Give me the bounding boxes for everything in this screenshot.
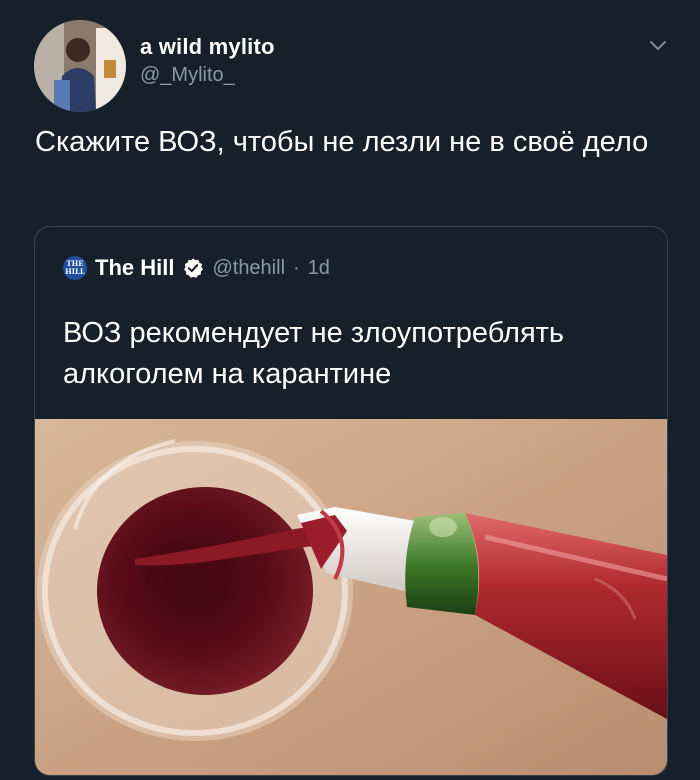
logo-text-hill: HILL (65, 267, 85, 276)
quoted-display-name[interactable]: The Hill (95, 255, 174, 281)
quoted-handle[interactable]: @thehill (212, 257, 285, 280)
chevron-down-icon[interactable] (646, 36, 670, 56)
tweet-text: Скажите ВОЗ, чтобы не лезли не в своё де… (35, 126, 649, 158)
display-name[interactable]: a wild mylito (140, 34, 275, 60)
quoted-tweet-text: ВОЗ рекомендует не злоупотреблять алкого… (63, 317, 565, 390)
user-avatar[interactable] (34, 20, 126, 112)
quoted-tweet-header: THE HILL The Hill @thehill · 1d (63, 255, 330, 281)
the-hill-logo[interactable]: THE HILL (63, 256, 87, 280)
separator-dot: · (293, 256, 300, 279)
user-handle[interactable]: @_Mylito_ (140, 64, 235, 87)
verified-badge-icon (182, 257, 204, 279)
quoted-timestamp[interactable]: 1d (308, 257, 330, 280)
quoted-tweet[interactable]: THE HILL The Hill @thehill · 1d ВОЗ реко… (34, 226, 668, 776)
tweet-card[interactable]: a wild mylito @_Mylito_ Скажите ВОЗ, что… (0, 0, 700, 780)
wine-pouring-photo[interactable] (35, 419, 667, 775)
avatar-image (34, 20, 126, 112)
